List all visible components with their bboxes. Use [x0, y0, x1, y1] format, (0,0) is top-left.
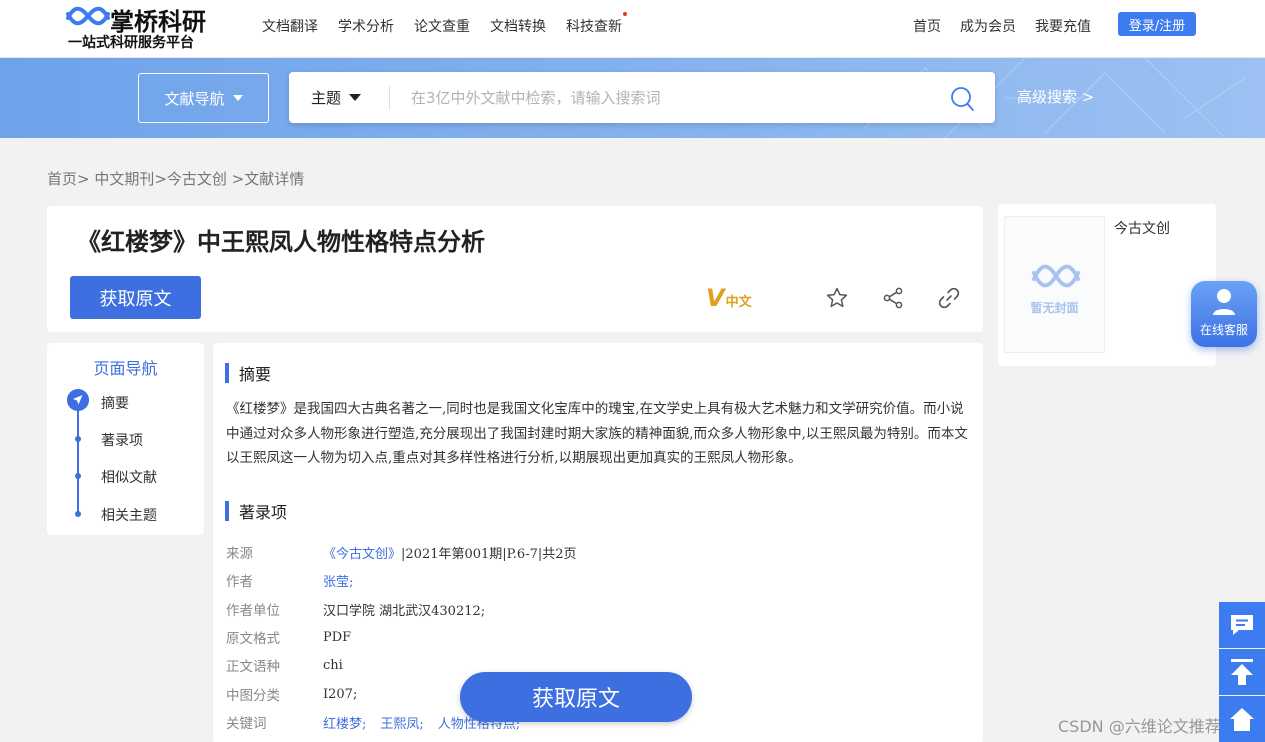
- journal-name-link[interactable]: 今古文创: [1114, 218, 1170, 238]
- nav-home[interactable]: 首页: [913, 16, 941, 36]
- nav-doc-convert[interactable]: 文档转换: [490, 16, 546, 36]
- doc-nav-label: 文献导航: [164, 89, 225, 108]
- breadcrumb[interactable]: 首页> 中文期刊>今古文创 >文献详情: [47, 168, 304, 189]
- search-scope-select[interactable]: 主题: [311, 72, 362, 123]
- source-journal-link[interactable]: 《今古文创》: [323, 547, 401, 562]
- search-box: 主题: [289, 72, 995, 123]
- meta-label: 作者: [226, 574, 253, 590]
- customer-service-icon: [1213, 289, 1235, 315]
- logo-slogan: 一站式科研服务平台: [68, 35, 194, 51]
- page-navigation: 页面导航 摘要 著录项 相似文献 相关主题: [47, 343, 204, 535]
- page-nav-dot: [75, 511, 81, 517]
- meta-label: 中图分类: [226, 688, 280, 704]
- online-service-label: 在线客服: [1199, 323, 1248, 337]
- meta-label: 作者单位: [226, 603, 280, 619]
- navigation-arrow-icon: [67, 389, 89, 411]
- meta-label: 来源: [226, 546, 253, 562]
- new-dot-badge: [623, 12, 627, 16]
- chinese-version-badge: V 中文: [706, 284, 752, 310]
- page-nav-timeline: [77, 401, 79, 515]
- abstract-title: 摘要: [239, 365, 272, 384]
- article-title-card: 《红楼梦》中王熙凤人物性格特点分析 获取原文 V 中文: [47, 206, 983, 332]
- keyword-link[interactable]: 王熙凤;: [380, 717, 423, 732]
- catalog-heading: 著录项: [225, 499, 287, 523]
- catalog-title: 著录项: [239, 503, 288, 522]
- arrow-up-to-top-icon: [1231, 659, 1253, 685]
- meta-value: I207;: [323, 686, 358, 702]
- user-nav: 首页 成为会员 我要充值: [913, 16, 1091, 36]
- meta-label: 正文语种: [226, 659, 280, 675]
- page-nav-dot: [75, 436, 81, 442]
- meta-label: 原文格式: [226, 631, 280, 647]
- section-accent-bar: [225, 363, 229, 383]
- page-nav-dot: [75, 473, 81, 479]
- badge-lang: 中文: [725, 295, 752, 310]
- nav-novelty-search[interactable]: 科技查新: [566, 19, 622, 35]
- caret-down-icon: [349, 94, 362, 101]
- link-icon[interactable]: [937, 286, 961, 310]
- meta-row-source: 来源 《今古文创》|2021年第001期|P.6-7|共2页: [226, 541, 577, 563]
- star-favorite-icon[interactable]: [825, 286, 849, 310]
- search-scope-label: 主题: [311, 89, 342, 107]
- search-input[interactable]: [411, 84, 911, 112]
- floating-get-original-button[interactable]: 获取原文: [460, 672, 692, 722]
- nav-academic-analysis[interactable]: 学术分析: [338, 16, 394, 36]
- badge-v: V: [706, 284, 725, 312]
- search-divider: [389, 86, 390, 110]
- source-detail: |2021年第001期|P.6-7|共2页: [401, 546, 577, 562]
- back-to-top-button[interactable]: [1219, 649, 1265, 695]
- feedback-button[interactable]: [1219, 602, 1265, 648]
- journal-cover-image[interactable]: 暂无封面: [1004, 216, 1105, 353]
- watermark-text: CSDN @六维论文推荐: [1058, 717, 1221, 736]
- meta-label: 关键词: [226, 716, 267, 732]
- login-register-button[interactable]: 登录/注册: [1118, 12, 1196, 36]
- journal-cover-card: 暂无封面 今古文创: [998, 204, 1216, 366]
- nav-novelty-search-wrap: 科技查新: [566, 12, 627, 36]
- meta-value: 汉口学院 湖北武汉430212;: [323, 603, 486, 619]
- chat-bubble-icon: [1231, 615, 1253, 635]
- page-nav-item-related-topics[interactable]: 相关主题: [101, 505, 157, 525]
- search-icon[interactable]: [949, 84, 975, 112]
- doc-nav-dropdown[interactable]: 文献导航: [138, 73, 269, 123]
- main-nav: 文档翻译 学术分析 论文查重 文档转换 科技查新: [262, 12, 627, 36]
- meta-value: PDF: [323, 629, 352, 645]
- site-logo[interactable]: 掌桥科研 一站式科研服务平台: [66, 2, 236, 54]
- advanced-search-link[interactable]: 高级搜索 >: [1017, 86, 1094, 107]
- search-band: 文献导航 主题 高级搜索 >: [0, 58, 1265, 138]
- nav-recharge[interactable]: 我要充值: [1035, 16, 1091, 36]
- abstract-text: 《红楼梦》是我国四大古典名著之一,同时也是我国文化宝库中的瑰宝,在文学史上具有极…: [226, 401, 968, 466]
- logo-wave-icon: [1032, 264, 1080, 288]
- author-link[interactable]: 张莹;: [323, 571, 353, 590]
- page-nav-item-catalog[interactable]: 著录项: [101, 430, 143, 450]
- meta-row-author: 作者 张莹;: [226, 569, 353, 591]
- nav-become-member[interactable]: 成为会员: [960, 16, 1016, 36]
- keyword-link[interactable]: 红楼梦;: [323, 717, 366, 732]
- home-icon: [1230, 708, 1254, 731]
- meta-row-format: 原文格式 PDF: [226, 626, 351, 648]
- share-icon[interactable]: [881, 286, 905, 310]
- meta-value: chi: [323, 657, 343, 673]
- page-title: 《红楼梦》中王熙凤人物性格特点分析: [77, 227, 485, 256]
- section-accent-bar: [225, 501, 229, 521]
- get-original-button[interactable]: 获取原文: [70, 276, 201, 319]
- meta-row-language: 正文语种 chi: [226, 654, 343, 676]
- online-service-button[interactable]: 在线客服: [1191, 281, 1257, 347]
- home-button[interactable]: [1219, 696, 1265, 742]
- nav-plagiarism-check[interactable]: 论文查重: [414, 16, 470, 36]
- no-cover-text: 暂无封面: [1030, 301, 1079, 315]
- meta-row-affiliation: 作者单位 汉口学院 湖北武汉430212;: [226, 598, 485, 620]
- nav-doc-translate[interactable]: 文档翻译: [262, 16, 318, 36]
- page-nav-title: 页面导航: [93, 359, 158, 378]
- top-header: 掌桥科研 一站式科研服务平台 文档翻译 学术分析 论文查重 文档转换 科技查新 …: [0, 0, 1265, 58]
- page-nav-item-abstract[interactable]: 摘要: [101, 393, 129, 413]
- abstract-heading: 摘要: [225, 361, 271, 385]
- meta-value: 《今古文创》|2021年第001期|P.6-7|共2页: [323, 543, 577, 562]
- caret-down-icon: [232, 95, 243, 101]
- logo-wave-icon: [66, 6, 110, 26]
- meta-row-clc: 中图分类 I207;: [226, 683, 357, 705]
- page-nav-item-similar[interactable]: 相似文献: [101, 467, 157, 487]
